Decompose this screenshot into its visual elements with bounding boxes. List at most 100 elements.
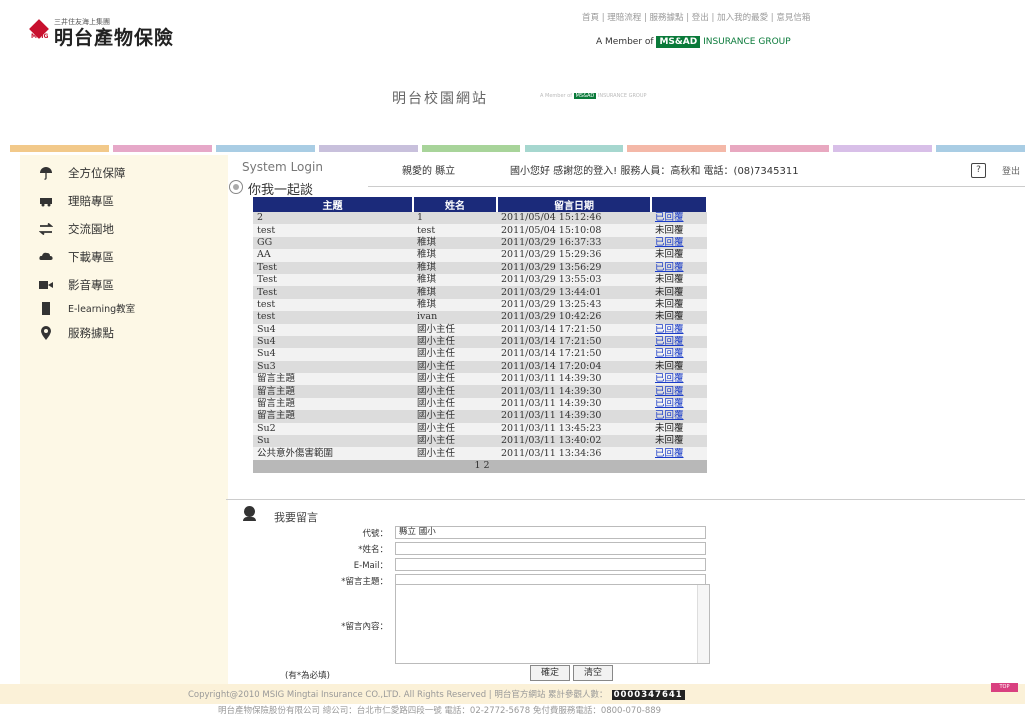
row-date: 2011/03/14 17:21:50 xyxy=(497,335,651,349)
table-row[interactable]: Test 稚琪 2011/03/29 13:44:01 未回覆 xyxy=(253,286,707,299)
row-status: 未回覆 xyxy=(651,311,707,324)
row-date: 2011/03/11 14:39:30 xyxy=(497,373,651,386)
column-header-name: 姓名 xyxy=(413,197,498,212)
greeting-message: 國小您好 感謝您的登入! 服務人員：高秋和 電話：(08)7345311 xyxy=(510,166,799,177)
color-stripe-segment xyxy=(730,145,830,152)
sidebar-item-label: 影音專區 xyxy=(68,278,114,292)
row-subject[interactable]: test xyxy=(253,224,413,237)
row-status: 未回覆 xyxy=(651,435,707,448)
textarea-scrollbar[interactable] xyxy=(697,585,709,663)
sidebar-item-label: 理賠專區 xyxy=(68,194,114,208)
sidebar-item-label: 下載專區 xyxy=(68,250,114,264)
confirm-button[interactable]: 確定 xyxy=(530,665,570,681)
row-subject[interactable]: 留言主題 xyxy=(253,410,413,423)
row-date: 2011/03/11 14:39:30 xyxy=(497,410,651,423)
content-label: *留言內容： xyxy=(341,622,388,632)
color-stripe-segment xyxy=(833,145,933,152)
row-date: 2011/03/29 13:44:01 xyxy=(497,286,651,299)
table-row[interactable]: Su3 國小主任 2011/03/14 17:20:04 未回覆 xyxy=(253,360,707,374)
row-subject[interactable]: test xyxy=(253,298,413,312)
message-board-table: 主題 姓名 留言日期 2 1 2011/05/04 15:12:46 已回覆 test t… xyxy=(253,197,708,473)
row-name: 稚琪 xyxy=(413,286,497,299)
pagination-links[interactable]: 1 2 xyxy=(253,459,707,473)
table-row[interactable]: test ivan 2011/03/29 10:42:26 未回覆 xyxy=(253,311,707,324)
row-subject[interactable]: Su2 xyxy=(253,422,413,436)
row-name: 國小主任 xyxy=(413,323,497,336)
sidebar-item-locations[interactable]: 服務據點 xyxy=(38,325,114,341)
table-row[interactable]: test 稚琪 2011/03/29 13:25:43 未回覆 xyxy=(253,298,707,312)
table-row[interactable]: test test 2011/05/04 15:10:08 未回覆 xyxy=(253,224,707,237)
email-field[interactable] xyxy=(395,558,706,571)
tag-group: INSURANCE GROUP xyxy=(597,93,647,99)
table-row[interactable]: 留言主題 國小主任 2011/03/11 14:39:30 已回覆 xyxy=(253,385,707,398)
row-subject[interactable]: Su3 xyxy=(253,360,413,374)
row-subject[interactable]: Su xyxy=(253,435,413,448)
row-subject[interactable]: 公共意外傷害範圍 xyxy=(253,447,413,460)
sidebar-item-coverage[interactable]: 全方位保障 xyxy=(38,165,126,181)
top-links[interactable]: 首頁 | 理賠流程 | 服務據點 | 登出 | 加入我的最愛 | 意見信箱 xyxy=(582,11,810,23)
row-subject[interactable]: Test xyxy=(253,273,413,287)
row-date: 2011/03/29 16:37:33 xyxy=(497,236,651,250)
row-name: ivan xyxy=(413,311,497,324)
row-subject[interactable]: 留言主題 xyxy=(253,373,413,386)
row-status[interactable]: 已回覆 xyxy=(651,447,707,460)
table-row[interactable]: 留言主題 國小主任 2011/03/11 14:39:30 已回覆 xyxy=(253,397,707,411)
row-subject[interactable]: AA xyxy=(253,249,413,262)
sidebar-item-claims[interactable]: 理賠專區 xyxy=(38,193,114,209)
row-date: 2011/03/11 13:34:36 xyxy=(497,447,651,460)
form-divider xyxy=(226,499,1025,500)
table-row[interactable]: Su4 國小主任 2011/03/14 17:21:50 已回覆 xyxy=(253,348,707,361)
row-subject[interactable]: Su4 xyxy=(253,323,413,336)
name-field[interactable] xyxy=(395,542,706,555)
table-row[interactable]: 公共意外傷害範圍 國小主任 2011/03/11 13:34:36 已回覆 xyxy=(253,447,707,460)
row-status[interactable]: 已回覆 xyxy=(651,212,707,225)
required-note: (有*為必填) xyxy=(285,671,330,681)
content-textarea[interactable] xyxy=(395,584,710,664)
chat-bubble-icon xyxy=(229,180,243,194)
row-status[interactable]: 已回覆 xyxy=(651,261,707,274)
logout-icon[interactable]: ? xyxy=(971,163,986,178)
row-subject[interactable]: 留言主題 xyxy=(253,385,413,398)
row-status[interactable]: 已回覆 xyxy=(651,323,707,336)
back-to-top-button[interactable]: TOP xyxy=(991,683,1018,692)
row-subject[interactable]: test xyxy=(253,311,413,324)
sidebar-item-label: 服務據點 xyxy=(68,326,114,340)
logout-link[interactable]: 登出 xyxy=(1002,164,1020,177)
row-subject[interactable]: Test xyxy=(253,261,413,274)
row-subject[interactable]: GG xyxy=(253,236,413,250)
member-prefix: A Member of xyxy=(596,37,654,47)
column-header-subject: 主題 xyxy=(253,197,414,212)
row-status[interactable]: 已回覆 xyxy=(651,335,707,349)
row-status[interactable]: 已回覆 xyxy=(651,397,707,411)
row-subject[interactable]: Su4 xyxy=(253,348,413,361)
color-stripe-segment xyxy=(318,145,418,152)
sidebar-item-forum[interactable]: 交流園地 xyxy=(38,221,114,237)
table-row[interactable]: 留言主題 國小主任 2011/03/11 14:39:30 已回覆 xyxy=(253,373,707,386)
table-row[interactable]: Su4 國小主任 2011/03/14 17:21:50 已回覆 xyxy=(253,335,707,349)
row-status[interactable]: 已回覆 xyxy=(651,236,707,250)
clear-button[interactable]: 清空 xyxy=(573,665,613,681)
tag-badge: MS&AD xyxy=(573,93,597,99)
row-subject[interactable]: Su4 xyxy=(253,335,413,349)
table-row[interactable]: Su 國小主任 2011/03/11 13:40:02 未回覆 xyxy=(253,435,707,448)
table-row[interactable]: Test 稚琪 2011/03/29 13:55:03 未回覆 xyxy=(253,273,707,287)
row-status[interactable]: 已回覆 xyxy=(651,385,707,398)
table-row[interactable]: Test 稚琪 2011/03/29 13:56:29 已回覆 xyxy=(253,261,707,274)
sidebar-item-media[interactable]: 影音專區 xyxy=(38,277,114,293)
sidebar-item-elearning[interactable]: E-learning教室 xyxy=(38,301,135,315)
sidebar-item-download[interactable]: 下載專區 xyxy=(38,249,114,265)
code-field[interactable]: 縣立 國小 xyxy=(395,526,706,539)
row-subject[interactable]: Test xyxy=(253,286,413,299)
row-subject[interactable]: 留言主題 xyxy=(253,397,413,411)
row-status[interactable]: 已回覆 xyxy=(651,348,707,361)
table-row[interactable]: AA 稚琪 2011/03/29 15:29:36 未回覆 xyxy=(253,249,707,262)
row-status[interactable]: 已回覆 xyxy=(651,373,707,386)
row-status[interactable]: 已回覆 xyxy=(651,410,707,423)
row-subject[interactable]: 2 xyxy=(253,212,413,225)
table-row[interactable]: GG 稚琪 2011/03/29 16:37:33 已回覆 xyxy=(253,236,707,250)
logo-company-name[interactable]: 明台產物保險 xyxy=(54,23,174,50)
table-row[interactable]: 留言主題 國小主任 2011/03/11 14:39:30 已回覆 xyxy=(253,410,707,423)
table-row[interactable]: 2 1 2011/05/04 15:12:46 已回覆 xyxy=(253,212,707,225)
table-row[interactable]: Su2 國小主任 2011/03/11 13:45:23 未回覆 xyxy=(253,422,707,436)
table-row[interactable]: Su4 國小主任 2011/03/14 17:21:50 已回覆 xyxy=(253,323,707,336)
